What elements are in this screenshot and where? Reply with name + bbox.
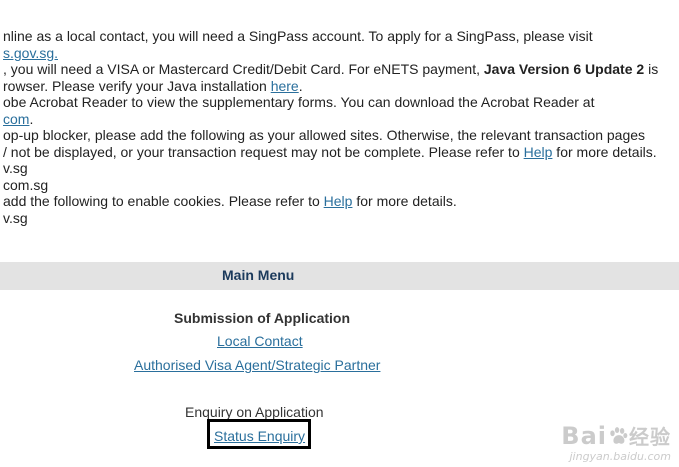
note-card-text: , you will need a VISA or Mastercard Cre… <box>3 61 484 77</box>
popup-help-link[interactable]: Help <box>524 144 553 160</box>
note-cookies-tail: for more details. <box>352 193 457 209</box>
paw-icon <box>610 427 628 444</box>
enquiry-heading: Enquiry on Application <box>185 404 324 420</box>
allowed-site-1: v.sg <box>3 160 28 176</box>
instructions-block: nline as a local contact, you will need … <box>0 28 679 226</box>
singpass-link[interactable]: s.gov.sg. <box>3 45 58 61</box>
visa-agent-link[interactable]: Authorised Visa Agent/Strategic Partner <box>134 357 380 373</box>
note-line-site3: v.sg <box>0 210 679 227</box>
note-cookies-text: add the following to enable cookies. Ple… <box>3 193 324 209</box>
note-card-tail: is <box>644 61 659 77</box>
note-java-tail: . <box>298 77 303 94</box>
watermark-logo-text: Bai <box>561 422 607 450</box>
note-line-cookies: add the following to enable cookies. Ple… <box>0 193 679 210</box>
note-popup-help-text: / not be displayed, or your transaction … <box>3 143 524 160</box>
cookie-site-1: v.sg <box>3 209 28 226</box>
note-popup-text: op-up blocker, please add the following … <box>3 127 646 143</box>
note-popup-help-tail: for more details. <box>552 143 657 160</box>
note-line-site1: v.sg <box>0 160 679 177</box>
note-line-singpass: nline as a local contact, you will need … <box>0 28 679 45</box>
note-line-singpass-link: s.gov.sg. <box>0 45 679 62</box>
main-menu-title: Main Menu <box>222 267 295 283</box>
note-line-card: , you will need a VISA or Mastercard Cre… <box>0 61 679 78</box>
local-contact-link[interactable]: Local Contact <box>217 333 303 349</box>
note-line-acrobat: obe Acrobat Reader to view the supplemen… <box>0 94 679 111</box>
note-singpass-text: nline as a local contact, you will need … <box>3 28 593 44</box>
acrobat-link[interactable]: com <box>3 111 29 127</box>
watermark-logo: Bai 经验 <box>561 421 671 450</box>
cookies-help-link[interactable]: Help <box>324 193 353 209</box>
java-here-link[interactable]: here <box>271 78 299 94</box>
baidu-watermark: Bai 经验 jingyan.baidu.com <box>561 421 671 463</box>
java-version-text: Java Version 6 Update 2 <box>483 61 645 77</box>
note-line-site2: com.sg <box>0 177 679 194</box>
note-line-popup: op-up blocker, please add the following … <box>0 127 679 144</box>
note-acrobat-text: obe Acrobat Reader to view the supplemen… <box>3 94 595 110</box>
highlight-box <box>207 419 311 449</box>
note-line-popup-help: / not be displayed, or your transaction … <box>0 144 679 161</box>
main-menu-bar: Main Menu <box>0 262 679 290</box>
watermark-logo-suffix: 经验 <box>629 425 671 449</box>
note-line-acrobat-link: com. <box>0 111 679 128</box>
watermark-url: jingyan.baidu.com <box>569 450 671 463</box>
note-acrobat-tail: . <box>29 110 34 127</box>
note-java-text: rowser. Please verify your Java installa… <box>3 77 271 94</box>
allowed-site-2: com.sg <box>3 176 49 193</box>
submission-heading: Submission of Application <box>174 310 351 326</box>
note-line-java: rowser. Please verify your Java installa… <box>0 78 679 95</box>
